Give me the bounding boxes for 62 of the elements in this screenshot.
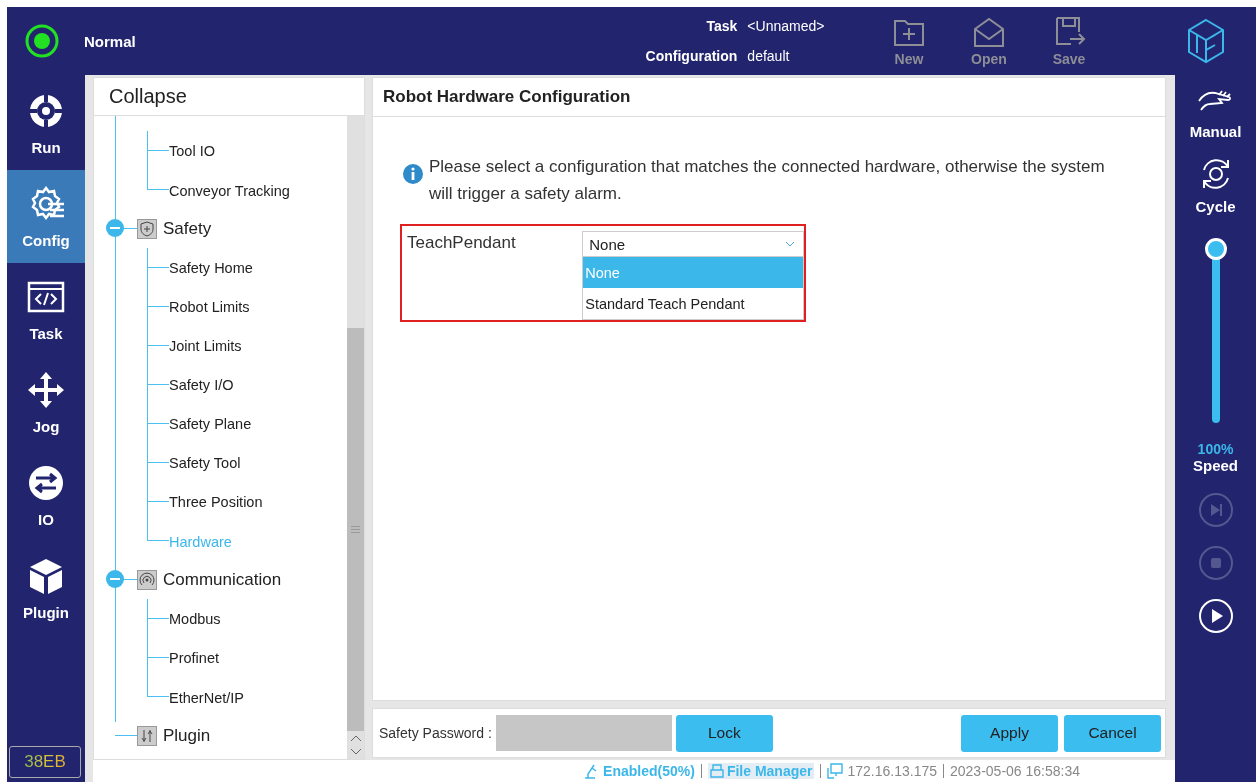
io-nav-tab[interactable]: IO — [7, 449, 85, 542]
date-time: 2023-05-06 16:58:34 — [950, 763, 1080, 779]
password-label: Safety Password : — [379, 725, 492, 741]
tree-item[interactable]: Tool IO — [169, 142, 215, 159]
tree-group-label[interactable]: Safety — [157, 218, 212, 239]
scrollbar-thumb[interactable] — [347, 328, 364, 731]
cycle-mode-button[interactable]: Cycle — [1195, 156, 1236, 215]
caret-icon — [785, 241, 795, 247]
tree-item[interactable]: Three Position — [169, 493, 263, 510]
version-badge: 38EB — [9, 746, 81, 778]
config-nav-tab[interactable]: Config — [7, 170, 85, 263]
network-icon — [827, 763, 844, 779]
shield-icon — [137, 218, 157, 239]
speed-label: Speed — [1193, 457, 1238, 474]
scrollbar[interactable] — [347, 116, 364, 759]
tree-item[interactable]: Joint Limits — [169, 337, 242, 354]
tree-group-label[interactable]: Plugin — [157, 725, 211, 746]
speed-reading: 100% — [1197, 441, 1234, 457]
run-nav-tab[interactable]: Run — [7, 77, 85, 170]
collapse-toggle-icon[interactable] — [106, 570, 124, 588]
task-name: <Unnamed> — [747, 18, 826, 34]
tree-item[interactable]: Safety Plane — [169, 415, 252, 432]
slider-thumb[interactable] — [1204, 238, 1227, 260]
task-label: Task — [705, 18, 738, 34]
scroll-down-icon[interactable] — [349, 748, 362, 756]
jog-nav-tab[interactable]: Jog — [7, 356, 85, 449]
scroll-up-icon[interactable] — [349, 734, 362, 742]
info-icon — [403, 164, 423, 184]
panel-title: Robot Hardware Configuration — [373, 78, 1165, 117]
tree-item[interactable]: Safety Home — [169, 259, 253, 276]
configuration-name: default — [747, 48, 791, 64]
tree-item[interactable]: Conveyor Tracking — [169, 183, 290, 199]
tree-item[interactable]: Profinet — [169, 649, 219, 666]
exchange-arrows-icon — [26, 463, 66, 503]
configuration-label: Configuration — [644, 48, 738, 64]
sliders-icon — [137, 725, 157, 746]
cancel-button[interactable]: Cancel — [1064, 714, 1161, 752]
signal-icon — [137, 569, 157, 590]
robot-status: Normal — [84, 32, 136, 50]
field-label: TeachPendant — [407, 233, 517, 254]
plugin-nav-tab[interactable]: Plugin — [7, 542, 85, 635]
status-indicator-icon — [25, 24, 59, 58]
hardware-dropdown[interactable]: None — [582, 231, 804, 257]
password-field[interactable] — [495, 715, 672, 751]
tree-item[interactable]: Robot Limits — [169, 298, 250, 315]
tree-item[interactable]: Safety I/O — [169, 376, 234, 393]
play-button[interactable] — [1198, 599, 1233, 633]
cube-logo-icon — [1186, 18, 1226, 64]
envelope-icon — [972, 15, 1006, 49]
tree-item[interactable]: Modbus — [169, 610, 221, 627]
manual-mode-button[interactable]: Manual — [1189, 89, 1242, 140]
lock-button[interactable]: Lock — [675, 714, 773, 752]
move-arrows-icon — [26, 370, 66, 410]
enabled-status: Enabled(50%) — [603, 763, 695, 779]
tree-item[interactable]: Safety Tool — [169, 454, 241, 471]
apply-button[interactable]: Apply — [961, 714, 1058, 752]
ip-address: 172.16.13.175 — [847, 763, 937, 779]
tree-group-label[interactable]: Communication — [157, 569, 282, 590]
tree-item[interactable]: EtherNet/IP — [169, 690, 244, 706]
task-nav-tab[interactable]: Task — [7, 263, 85, 356]
info-message: Please select a configuration that matches the connected hardware, otherwise the system will trigger a safety alarm. — [429, 156, 1106, 205]
collapse-toggle-icon[interactable] — [106, 219, 124, 237]
